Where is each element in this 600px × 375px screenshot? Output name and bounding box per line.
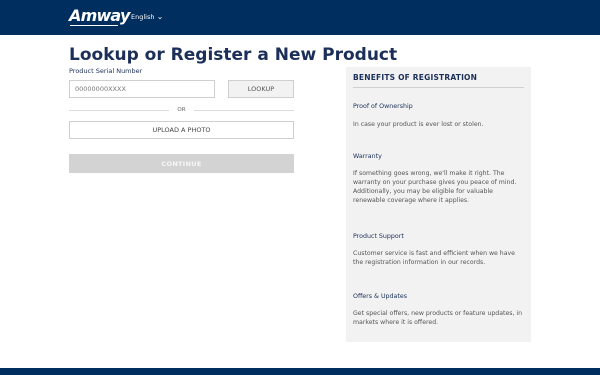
upload-photo-button[interactable]: UPLOAD A PHOTO <box>69 121 294 139</box>
benefit-heading-support: Product Support <box>353 233 404 240</box>
serial-number-input[interactable] <box>69 80 215 98</box>
language-label: English <box>131 13 155 21</box>
benefit-text-support: Customer service is fast and efficient w… <box>353 250 515 266</box>
benefit-text-warranty: If something goes wrong, we'll make it r… <box>353 170 517 204</box>
benefit-heading-offers: Offers & Updates <box>353 293 408 300</box>
benefit-text-ownership: In case your product is ever lost or sto… <box>353 121 484 128</box>
benefit-heading-ownership: Proof of Ownership <box>353 103 413 110</box>
continue-button[interactable]: CONTINUE <box>69 154 294 173</box>
divider-line-right <box>194 110 294 111</box>
logo-underline <box>70 25 118 26</box>
chevron-down-icon <box>158 16 163 19</box>
benefits-panel: BENEFITS OF REGISTRATION Proof of Owners… <box>346 67 531 342</box>
top-navigation-bar: Amway English <box>0 0 600 35</box>
lookup-button[interactable]: LOOKUP <box>228 80 294 98</box>
serial-number-label: Product Serial Number <box>69 67 143 75</box>
benefits-title: BENEFITS OF REGISTRATION <box>353 73 478 82</box>
footer-bar <box>0 368 600 375</box>
page-title: Lookup or Register a New Product <box>69 45 398 65</box>
benefits-divider <box>353 87 524 88</box>
language-selector[interactable]: English <box>131 13 163 22</box>
benefit-heading-warranty: Warranty <box>353 153 382 160</box>
amway-logo[interactable]: Amway <box>69 7 130 25</box>
benefit-text-offers: Get special offers, new products or feat… <box>353 310 523 326</box>
or-divider: OR <box>69 106 294 114</box>
